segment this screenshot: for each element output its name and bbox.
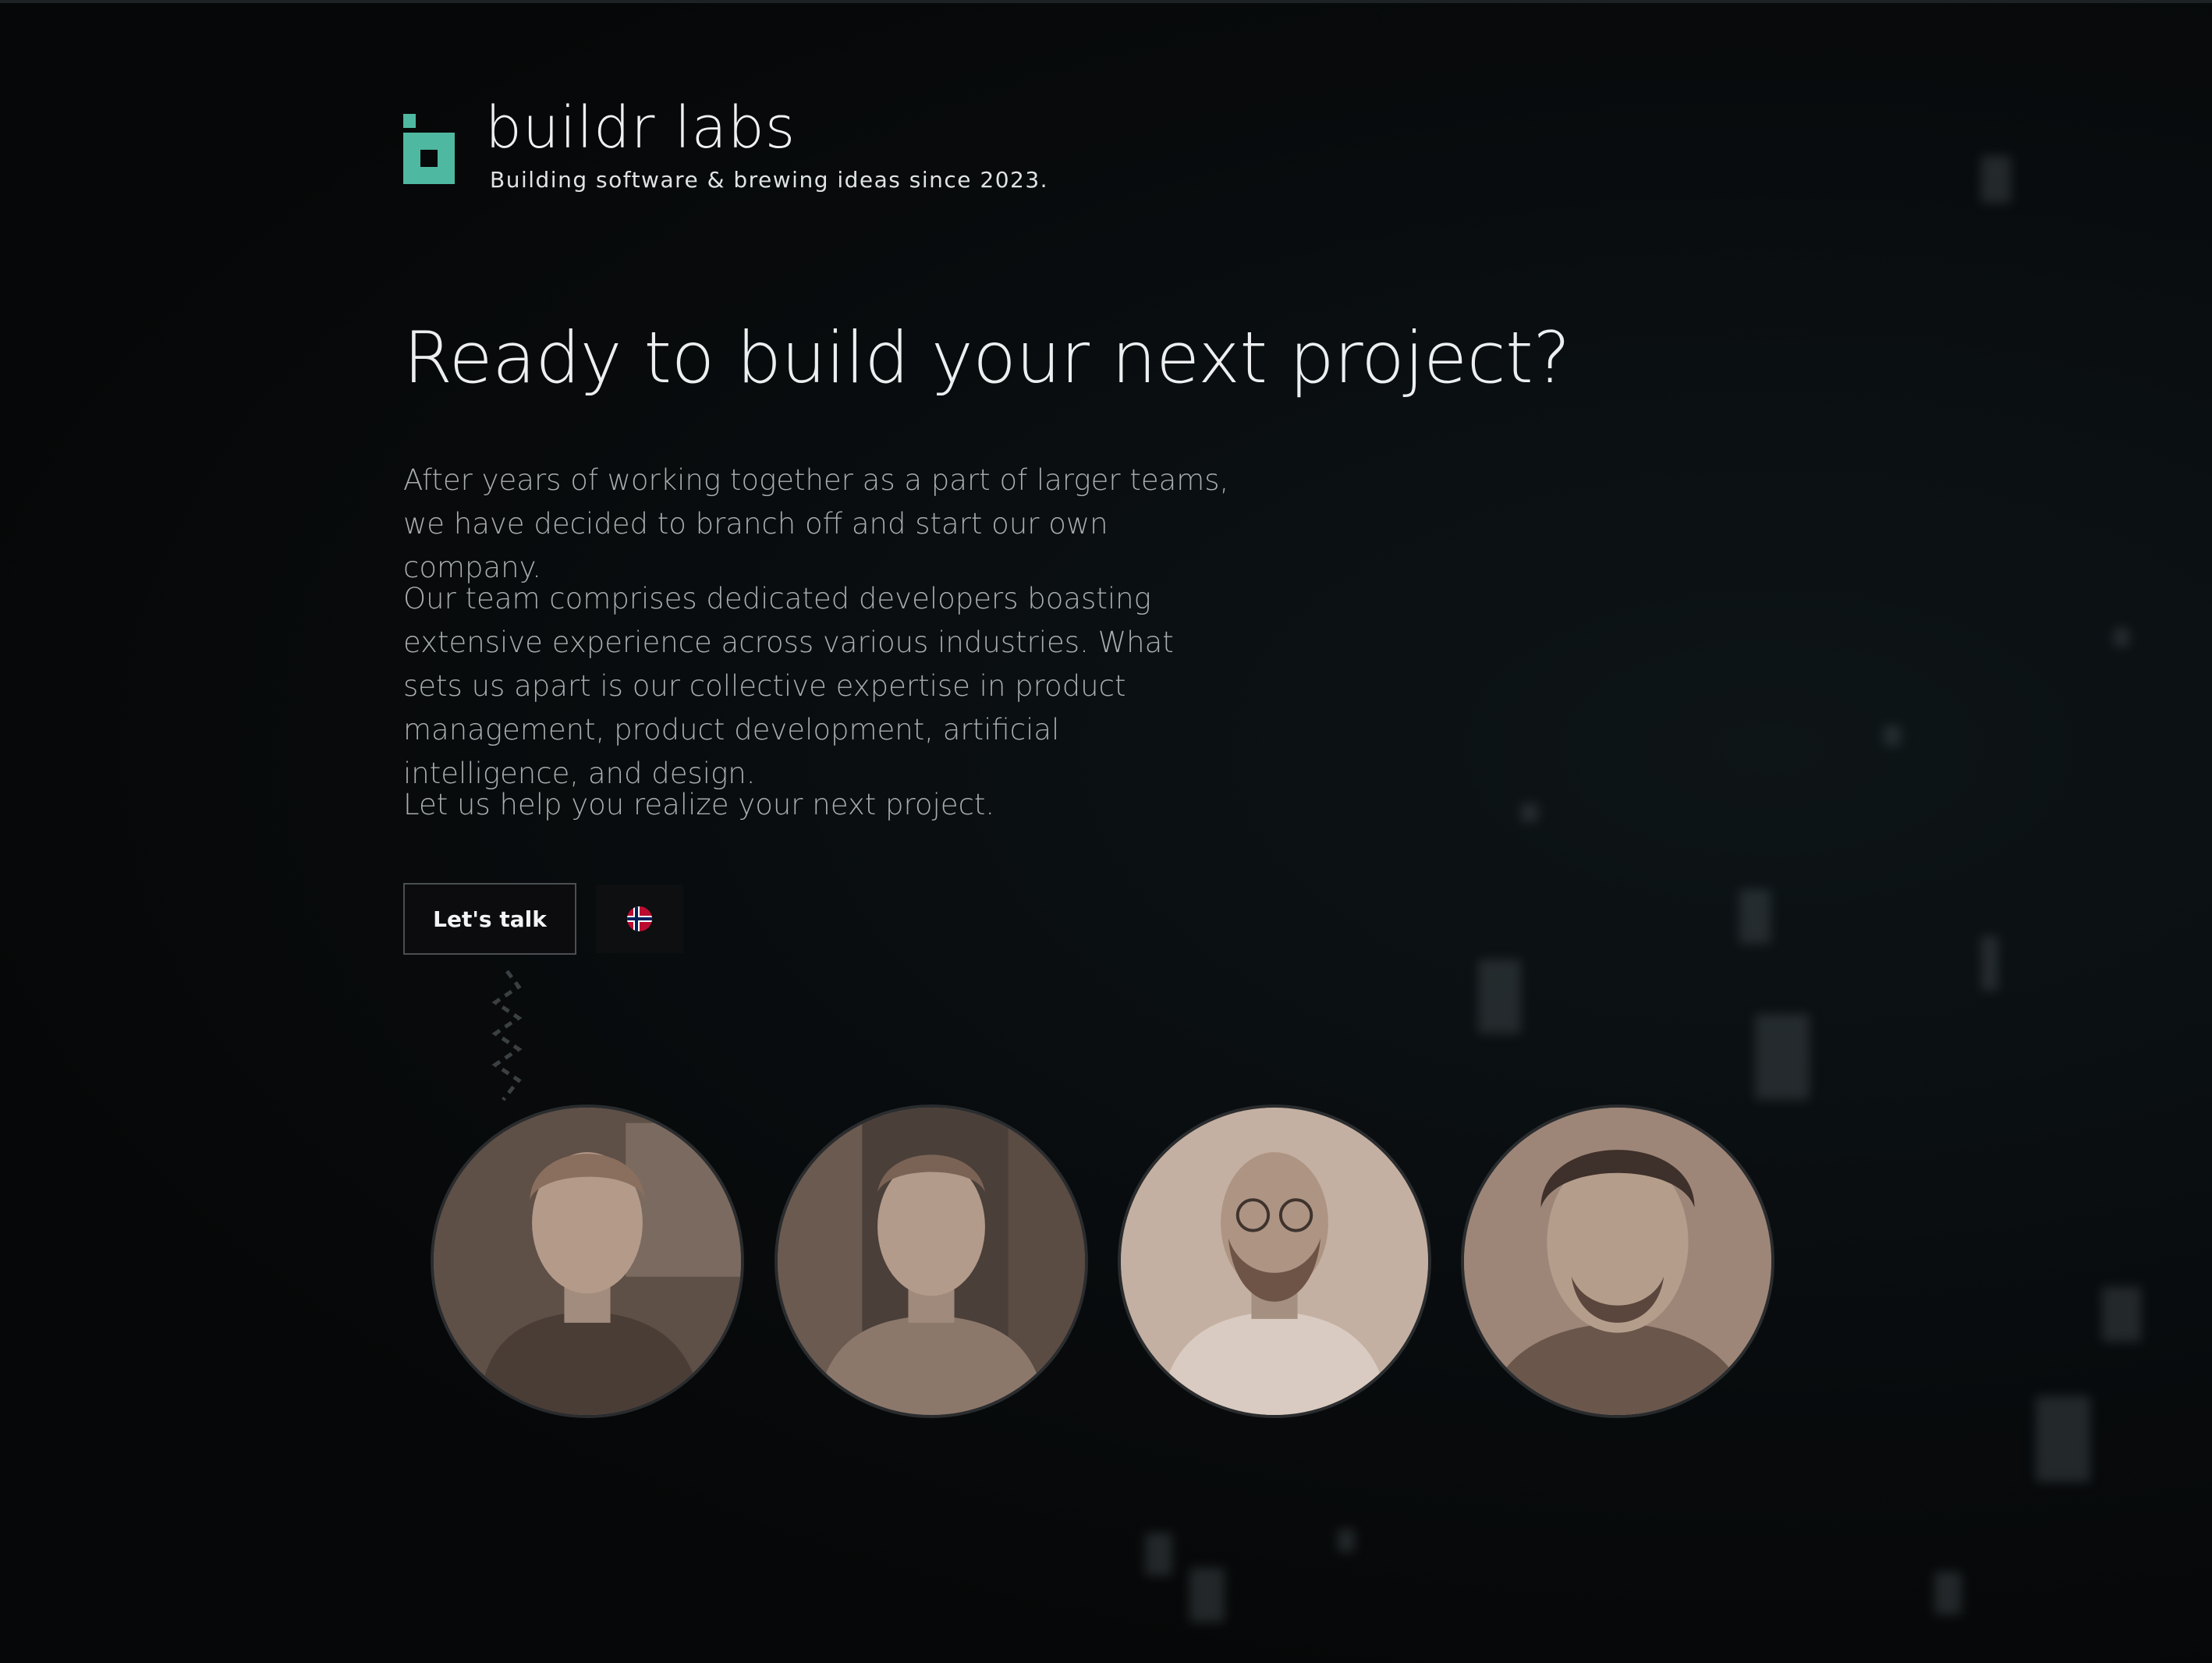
team-member-photo (431, 1105, 744, 1418)
decorative-pixel (1934, 1572, 1962, 1615)
intro-paragraph: After years of working together as a par… (403, 463, 1229, 584)
portrait-icon (434, 1108, 741, 1415)
team-member-photo (1118, 1105, 1431, 1418)
portrait-icon (1121, 1108, 1428, 1415)
norway-flag-icon (627, 906, 652, 931)
brand-tagline: Building software & brewing ideas since … (490, 167, 1049, 193)
decorative-pixel (1145, 1533, 1172, 1576)
decorative-pixel (1755, 1014, 1810, 1100)
portrait-icon (1464, 1108, 1771, 1415)
lets-talk-button[interactable]: Let's talk (403, 883, 576, 955)
decorative-pixel (1739, 889, 1771, 944)
decorative-pixel (2102, 1287, 2141, 1342)
decorative-pixel (1189, 1568, 1225, 1622)
team-member-photo (1461, 1105, 1774, 1418)
decorative-pixel (2036, 1396, 2090, 1482)
buildr-logo-icon (403, 114, 455, 184)
decorative-pixel (1981, 156, 2011, 203)
decorative-pixel (1338, 1529, 1355, 1552)
top-border (0, 0, 2212, 3)
decorative-pixel (2114, 628, 2129, 647)
portrait-icon (778, 1108, 1085, 1415)
cta-paragraph: Let us help you realize your next projec… (403, 788, 995, 821)
page-background (0, 0, 2212, 1663)
decorative-pixel (1981, 936, 1998, 991)
hero-title: Ready to build your next project? (403, 317, 1571, 399)
brand-name: buildr labs (485, 94, 796, 161)
team-member-photo (775, 1105, 1088, 1418)
decorative-pixel (1884, 725, 1901, 746)
team-paragraph: Our team comprises dedicated developers … (403, 582, 1174, 790)
decorative-pixel (1478, 959, 1521, 1034)
decorative-squiggle (491, 970, 523, 1101)
language-toggle-button[interactable] (596, 885, 683, 953)
decorative-pixel (1521, 803, 1538, 822)
